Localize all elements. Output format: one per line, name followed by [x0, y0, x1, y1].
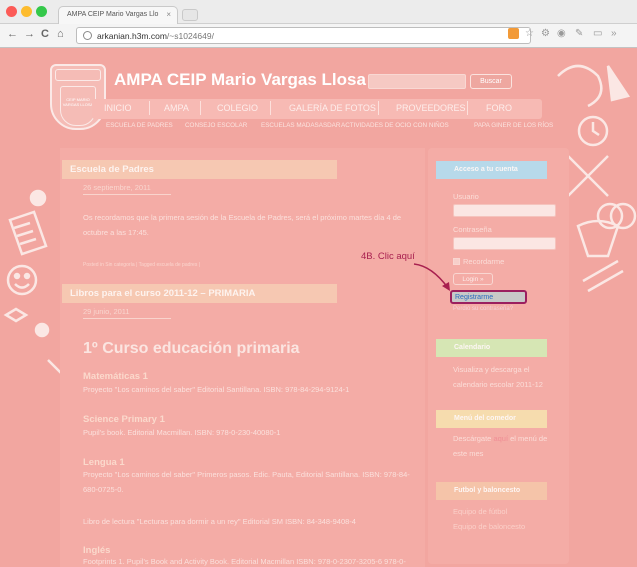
menu-download-link[interactable]: aquí	[493, 434, 508, 443]
date-underline	[83, 194, 171, 195]
post-title[interactable]: Escuela de Padres	[62, 160, 337, 179]
menu-text-before: Descárgate	[453, 434, 494, 443]
lost-password-link[interactable]: Perdió su contraseña?	[453, 306, 513, 312]
nav-separator	[149, 101, 150, 115]
tab-close-icon[interactable]: ×	[166, 10, 171, 19]
rss-icon[interactable]	[508, 28, 519, 39]
subject-heading: Science Primary 1	[83, 414, 165, 425]
subject-heading: Inglés	[83, 545, 111, 556]
username-input[interactable]	[453, 204, 556, 217]
nav-item-ampa[interactable]: AMPA	[164, 103, 189, 113]
subject-text: Proyecto "Los caminos del saber" Primero…	[83, 470, 410, 494]
subject-text: Pupil's book. Editorial Macmillan. ISBN:…	[83, 428, 281, 437]
football-team-link[interactable]: Equipo de fútbol	[453, 507, 507, 516]
address-bar[interactable]: arkanian.h3m.com/~s1024649/	[76, 27, 531, 44]
logo-banner	[55, 69, 101, 81]
nav-separator	[467, 101, 468, 115]
remember-label: Recordarme	[463, 257, 505, 266]
browser-tab[interactable]: AMPA CEIP Mario Vargas Llo ×	[58, 6, 178, 24]
site-title[interactable]: AMPA CEIP Mario Vargas Llosa	[114, 70, 366, 90]
site-logo[interactable]: CEIP MARIO VARGAS LLOSA	[50, 64, 106, 130]
minimize-window-button[interactable]	[21, 6, 32, 17]
register-link[interactable]: Registrarme	[450, 290, 527, 304]
nav-separator	[378, 101, 379, 115]
nav-item-foro[interactable]: FORO	[486, 103, 512, 113]
subnav-item-escuelas[interactable]: ESCUELAS MADASASDAR	[261, 122, 340, 129]
password-label: Contraseña	[453, 225, 492, 234]
globe-icon	[83, 31, 92, 40]
menu-text: Descárgate aquí el menú de este mes	[453, 431, 558, 461]
nav-item-inicio[interactable]: INICIO	[104, 103, 132, 113]
post-body: Os recordamos que la primera sesión de l…	[83, 213, 402, 237]
post-title[interactable]: Libros para el curso 2011-12 – PRIMARIA	[62, 284, 337, 303]
home-icon[interactable]: ⌂	[57, 28, 64, 40]
nav-item-proveedores[interactable]: PROVEEDORES	[396, 103, 466, 113]
url-domain: arkanian.h3m.com	[97, 31, 167, 41]
basketball-team-link[interactable]: Equipo de baloncesto	[453, 522, 525, 531]
url-path: /~s1024649/	[166, 31, 214, 41]
forward-icon[interactable]: →	[24, 28, 35, 40]
annotation-label: 4B. Clic aquí	[361, 251, 415, 262]
globe-icon[interactable]: ◉	[557, 28, 566, 39]
subnav-item-escuela-padres[interactable]: ESCUELA DE PADRES	[106, 122, 173, 129]
reload-icon[interactable]: C	[41, 28, 49, 40]
subnav-item-consejo-escolar[interactable]: CONSEJO ESCOLAR	[185, 122, 247, 129]
annotation-arrow-icon	[413, 263, 450, 291]
widget-title-account: Acceso a tu cuenta	[436, 161, 547, 179]
widget-title-calendar: Calendario	[436, 339, 547, 357]
browser-titlebar: AMPA CEIP Mario Vargas Llo ×	[0, 0, 637, 24]
tab-title: AMPA CEIP Mario Vargas Llo	[67, 11, 159, 18]
maximize-window-button[interactable]	[36, 6, 47, 17]
nav-separator	[270, 101, 271, 115]
subject-text: Proyecto "Los caminos del saber" Editori…	[83, 385, 350, 394]
logo-shield: CEIP MARIO VARGAS LLOSA	[60, 86, 96, 126]
search-input[interactable]	[368, 74, 466, 89]
date-underline	[83, 318, 171, 319]
subject-heading: Matemáticas 1	[83, 371, 148, 382]
widget-title-menu: Menú del comedor	[436, 410, 547, 428]
settings-icon[interactable]: ⚙	[541, 28, 550, 39]
subnav-item-actividades[interactable]: ACTIVIDADES DE OCIO CON NIÑOS	[341, 122, 449, 129]
main-navigation: INICIO AMPA COLEGIO GALERÍA DE FOTOS PRO…	[92, 99, 542, 119]
post-meta: Posted in Sin categoría | Tagged escuela…	[83, 262, 201, 268]
extensions-icon[interactable]: »	[611, 28, 617, 39]
close-window-button[interactable]	[6, 6, 17, 17]
username-label: Usuario	[453, 192, 479, 201]
section-heading: 1º Curso educación primaria	[83, 340, 300, 357]
widget-title-sports: Futbol y baloncesto	[436, 482, 547, 500]
new-tab-button[interactable]	[182, 9, 198, 21]
post-date[interactable]: 29 junio, 2011	[83, 307, 130, 316]
subject-text: Libro de lectura "Lecturas para dormir a…	[83, 517, 356, 526]
subject-text: Footprints 1. Pupil's Book and Activity …	[83, 557, 406, 566]
nav-separator	[200, 101, 201, 115]
nav-item-colegio[interactable]: COLEGIO	[217, 103, 258, 113]
window-icon[interactable]: ▭	[593, 28, 602, 39]
tools-icon[interactable]: ✎	[575, 28, 583, 39]
calendar-text[interactable]: Visualiza y descarga el calendario escol…	[453, 362, 558, 392]
post-date[interactable]: 26 septiembre, 2011	[83, 183, 151, 192]
subnav-item-papa-giner[interactable]: PAPA GINER DE LOS RÍOS	[474, 122, 553, 129]
login-button[interactable]: Login »	[453, 273, 493, 285]
password-input[interactable]	[453, 237, 556, 250]
search-button[interactable]: Buscar	[470, 74, 512, 89]
back-icon[interactable]: ←	[7, 28, 18, 40]
nav-item-galeria[interactable]: GALERÍA DE FOTOS	[289, 103, 376, 113]
star-icon[interactable]: ☆	[525, 28, 534, 39]
